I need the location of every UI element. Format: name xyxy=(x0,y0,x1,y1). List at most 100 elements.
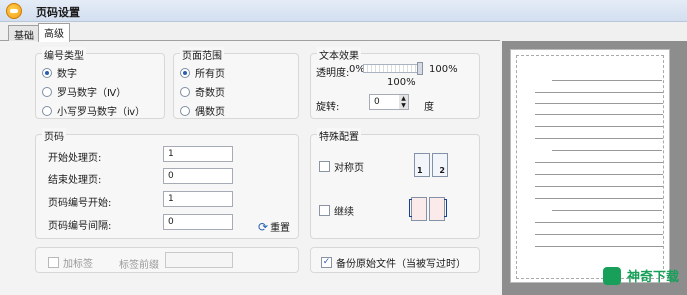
checkbox-icon xyxy=(319,205,330,216)
radio-dot-icon xyxy=(42,86,52,97)
radio-label: 小写罗马数字（ⅳ） xyxy=(57,107,146,118)
label-prefix-label: 标签前缀 xyxy=(119,260,159,271)
watermark-logo-icon xyxy=(602,266,621,285)
page-number-title: 页码 xyxy=(42,128,66,143)
radio-dot-icon xyxy=(180,67,190,78)
tab-basic[interactable]: 基础 xyxy=(8,25,40,42)
tab-bar: 基础 高级 xyxy=(0,22,500,42)
preview-line xyxy=(535,186,663,187)
bracket-left-icon xyxy=(409,199,412,217)
radio-dot-icon xyxy=(180,86,190,97)
number-start-label: 页码编号开始: xyxy=(48,198,112,209)
checkbox-label: 备份原始文件（当被写过时） xyxy=(336,259,466,270)
preview-line xyxy=(552,150,662,151)
radio-odd-pages[interactable]: 奇数页 xyxy=(180,84,225,99)
opacity-slider[interactable] xyxy=(363,62,423,75)
window-title: 页码设置 xyxy=(36,6,80,19)
text-effect-group: 文本效果 透明度: 0% 100% 100% 旋转: 0 ▲ ▼ 度 xyxy=(310,47,480,119)
opacity-max-label: 100% xyxy=(429,64,458,75)
reset-label: 重置 xyxy=(270,223,291,234)
page-margin-guide xyxy=(516,55,664,279)
radio-dot-icon xyxy=(42,105,52,116)
preview-page xyxy=(510,49,670,283)
radio-even-pages[interactable]: 偶数页 xyxy=(180,103,225,118)
symmetric-checkbox[interactable]: 对称页 xyxy=(319,159,364,174)
start-page-input[interactable]: 1 xyxy=(163,146,233,162)
page-range-group: 页面范围 所有页 奇数页 偶数页 xyxy=(173,47,299,119)
preview-line xyxy=(535,126,663,127)
number-start-input[interactable]: 1 xyxy=(163,191,233,207)
rotate-label: 旋转: xyxy=(316,102,340,113)
bracket-right-icon xyxy=(444,199,447,217)
label-group: 加标签 标签前缀 xyxy=(35,247,299,273)
preview-line xyxy=(535,222,663,223)
refresh-icon: ⟳ xyxy=(258,219,269,234)
end-page-label: 结束处理页: xyxy=(48,175,102,186)
page-preview: 神奇下载 xyxy=(502,41,687,295)
backup-checkbox[interactable]: ✓ 备份原始文件（当被写过时） xyxy=(321,255,466,270)
number-type-title: 编号类型 xyxy=(42,47,86,62)
symmetric-pages-icon: 1 2 xyxy=(414,153,449,178)
watermark-text: 神奇下载 xyxy=(626,270,679,285)
settings-panel: 编号类型 数字 罗马数字（Ⅳ） 小写罗马数字（ⅳ） 页面范围 所有页 奇数页 偶… xyxy=(0,41,500,295)
radio-number-roman-lower[interactable]: 小写罗马数字（ⅳ） xyxy=(42,103,145,118)
opacity-value: 100% xyxy=(387,77,416,88)
preview-line xyxy=(535,162,663,163)
continue-checkbox[interactable]: 继续 xyxy=(319,203,354,218)
special-config-title: 特殊配置 xyxy=(317,128,361,143)
tab-advanced[interactable]: 高级 xyxy=(38,23,70,42)
preview-line xyxy=(535,174,663,175)
label-prefix-input[interactable] xyxy=(165,252,233,268)
backup-group: ✓ 备份原始文件（当被写过时） xyxy=(310,247,480,273)
checkbox-icon xyxy=(48,257,59,268)
checkbox-checked-icon: ✓ xyxy=(321,257,332,268)
checkbox-label: 加标签 xyxy=(63,259,93,270)
opacity-label: 透明度: xyxy=(316,68,350,79)
checkbox-label: 对称页 xyxy=(334,163,364,174)
page-icon-number: 1 xyxy=(417,166,423,175)
preview-line xyxy=(535,234,663,235)
preview-line xyxy=(535,246,663,247)
spin-down-icon[interactable]: ▼ xyxy=(399,102,408,109)
radio-label: 偶数页 xyxy=(195,107,225,118)
slider-thumb[interactable] xyxy=(417,62,423,75)
rotate-value: 0 xyxy=(374,97,380,107)
preview-line xyxy=(535,103,663,104)
reset-button[interactable]: ⟳ 重置 xyxy=(258,219,291,235)
rotate-spinner[interactable]: 0 ▲ ▼ xyxy=(369,94,409,110)
number-interval-input[interactable]: 0 xyxy=(163,214,233,230)
radio-all-pages[interactable]: 所有页 xyxy=(180,65,225,80)
page-icon: 2 xyxy=(432,153,448,177)
page-icon xyxy=(411,197,427,221)
preview-line xyxy=(552,80,662,81)
page-icon xyxy=(429,197,445,221)
start-page-label: 开始处理页: xyxy=(48,153,102,164)
page-number-group: 页码 开始处理页: 1 结束处理页: 0 页码编号开始: 1 页码编号间隔: 0… xyxy=(35,128,299,239)
radio-number-digit[interactable]: 数字 xyxy=(42,65,77,80)
preview-line xyxy=(535,114,663,115)
preview-line xyxy=(552,210,662,211)
radio-label: 罗马数字（Ⅳ） xyxy=(57,88,127,99)
preview-line xyxy=(535,198,663,199)
rotate-unit: 度 xyxy=(424,102,434,113)
radio-number-roman[interactable]: 罗马数字（Ⅳ） xyxy=(42,84,126,99)
spin-up-icon[interactable]: ▲ xyxy=(399,95,408,102)
text-effect-title: 文本效果 xyxy=(317,47,361,62)
watermark-badge: 神奇下载 xyxy=(602,266,679,285)
title-bar: 页码设置 xyxy=(0,0,687,22)
radio-label: 所有页 xyxy=(195,69,225,80)
preview-line xyxy=(535,92,663,93)
number-type-group: 编号类型 数字 罗马数字（Ⅳ） 小写罗马数字（ⅳ） xyxy=(35,47,165,119)
page-icon: 1 xyxy=(414,153,430,177)
continue-pages-icon xyxy=(409,197,447,222)
end-page-input[interactable]: 0 xyxy=(163,168,233,184)
page-range-title: 页面范围 xyxy=(180,47,224,62)
checkbox-icon xyxy=(319,161,330,172)
checkbox-label: 继续 xyxy=(334,207,354,218)
preview-line xyxy=(535,138,663,139)
page-icon-number: 2 xyxy=(439,166,445,175)
number-interval-label: 页码编号间隔: xyxy=(48,221,112,232)
add-label-checkbox[interactable]: 加标签 xyxy=(48,255,93,270)
radio-label: 数字 xyxy=(57,69,77,80)
special-config-group: 特殊配置 对称页 1 2 继续 xyxy=(310,128,480,239)
